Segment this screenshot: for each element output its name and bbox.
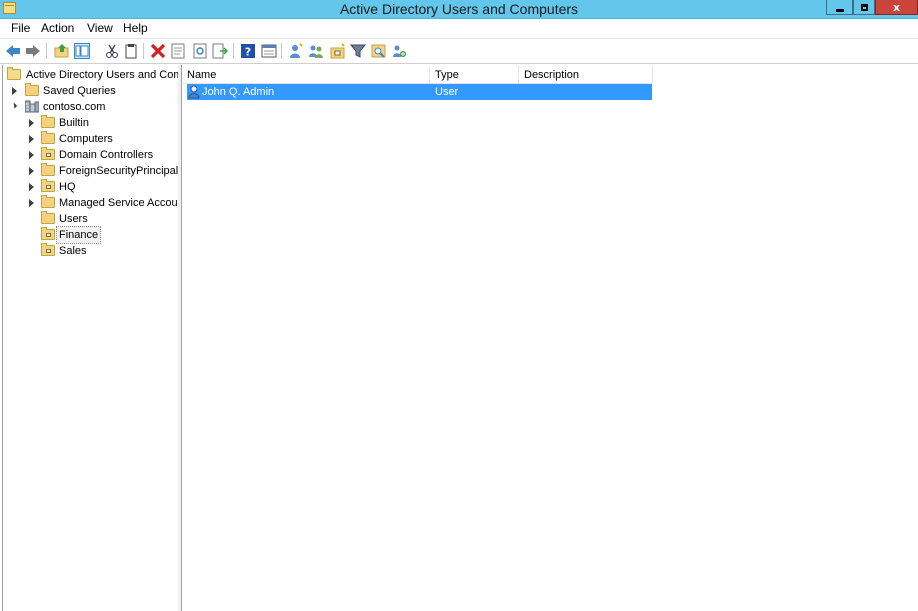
expand-arrow-icon[interactable]	[29, 135, 34, 143]
tree-item-label: Domain Controllers	[59, 149, 154, 161]
row-type: User	[435, 86, 459, 98]
up-icon[interactable]	[54, 43, 70, 59]
restore-icon	[860, 3, 868, 11]
tree-item-label: Saved Queries	[43, 85, 116, 97]
add-to-group-icon[interactable]	[391, 43, 407, 59]
folder-icon	[41, 211, 55, 224]
console-tree[interactable]: Active Directory Users and Com Saved Que…	[2, 65, 179, 611]
new-group-icon[interactable]	[308, 43, 324, 59]
toolbar-separator	[281, 43, 282, 59]
user-icon	[188, 85, 200, 99]
forward-icon[interactable]	[25, 43, 41, 59]
toolbar-separator	[233, 43, 234, 59]
delete-icon[interactable]	[150, 43, 166, 59]
menu-bar: File Action View Help	[0, 19, 918, 39]
svg-text:?: ?	[245, 46, 251, 59]
column-header-type[interactable]: Type	[430, 66, 519, 83]
toolbar-separator	[143, 43, 144, 59]
details-list[interactable]: Name Type Description John Q. Admin User	[182, 65, 918, 611]
folder-icon	[41, 195, 55, 208]
cut-icon[interactable]	[104, 43, 120, 59]
filter-icon[interactable]	[350, 43, 366, 59]
expand-arrow-icon[interactable]	[29, 151, 34, 159]
minimize-icon	[835, 8, 844, 12]
tree-item-label: HQ	[59, 181, 76, 193]
close-icon: x	[892, 0, 901, 14]
menu-view[interactable]: View	[87, 21, 113, 35]
expand-arrow-icon[interactable]	[29, 183, 34, 191]
menu-file[interactable]: File	[11, 21, 30, 35]
folder-icon	[41, 131, 55, 144]
collapse-arrow-icon[interactable]	[10, 102, 18, 109]
minimize-button[interactable]	[826, 0, 853, 15]
export-list-icon[interactable]	[212, 43, 228, 59]
help-icon[interactable]: ?	[240, 43, 256, 59]
ou-folder-icon	[41, 147, 55, 160]
title-bar[interactable]: Active Directory Users and Computers x	[0, 0, 918, 19]
find-icon[interactable]	[371, 43, 387, 59]
expand-arrow-icon[interactable]	[29, 119, 34, 127]
tree-item-label: Computers	[59, 133, 113, 145]
ou-folder-icon	[41, 243, 55, 256]
console-view-icon[interactable]	[261, 43, 277, 59]
column-header-description[interactable]: Description	[519, 66, 653, 83]
expand-arrow-icon[interactable]	[29, 199, 34, 207]
copy-icon[interactable]	[123, 43, 139, 59]
tree-item-label: Managed Service Accour	[59, 197, 179, 209]
show-hide-tree-icon[interactable]	[74, 43, 90, 59]
folder-icon	[25, 83, 39, 96]
list-header: Name Type Description	[182, 66, 653, 84]
close-button[interactable]: x	[875, 0, 918, 15]
tree-item-label: Builtin	[59, 117, 89, 129]
tree-item-label: Active Directory Users and Com	[26, 69, 179, 81]
new-user-icon[interactable]	[288, 43, 304, 59]
tree-item-label: Sales	[59, 245, 87, 257]
tree-item-label: Users	[59, 213, 88, 225]
row-name: John Q. Admin	[202, 86, 275, 98]
back-icon[interactable]	[5, 43, 21, 59]
folder-icon	[41, 163, 55, 176]
ou-folder-icon	[41, 227, 55, 240]
new-ou-icon[interactable]	[330, 43, 346, 59]
expand-arrow-icon[interactable]	[29, 167, 34, 175]
refresh-icon[interactable]	[192, 43, 208, 59]
console-root-icon	[7, 67, 21, 80]
expand-arrow-icon[interactable]	[12, 87, 17, 95]
tree-item-label: ForeignSecurityPrincipals	[59, 165, 179, 177]
tree-item-label: Finance	[55, 226, 102, 244]
tree-item-label: contoso.com	[43, 101, 106, 113]
restore-button[interactable]	[853, 0, 875, 15]
properties-icon[interactable]	[170, 43, 186, 59]
ou-folder-icon	[41, 179, 55, 192]
domain-icon	[25, 100, 39, 113]
table-row[interactable]: John Q. Admin User	[187, 84, 652, 100]
toolbar-separator	[46, 43, 47, 59]
column-header-name[interactable]: Name	[182, 66, 430, 83]
window-title: Active Directory Users and Computers	[339, 1, 579, 17]
folder-icon	[41, 115, 55, 128]
menu-help[interactable]: Help	[123, 21, 148, 35]
menu-action[interactable]: Action	[41, 21, 74, 35]
toolbar: ?	[0, 39, 918, 64]
